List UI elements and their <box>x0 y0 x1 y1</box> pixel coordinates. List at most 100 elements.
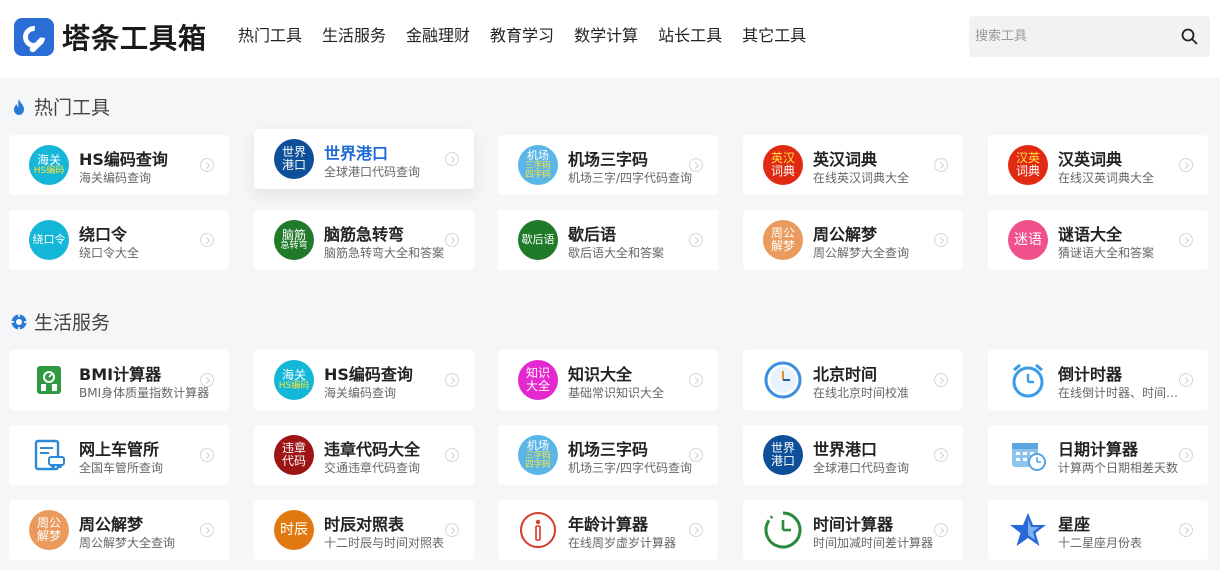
tool-card[interactable]: 英汉 词典 英汉词典 在线英汉词典大全 <box>743 135 963 195</box>
tool-card-subtitle: 十二星座月份表 <box>1058 536 1143 550</box>
top-header: 塔条工具箱 热门工具 生活服务 金融理财 教育学习 数学计算 站长工具 其它工具 <box>0 0 1220 78</box>
tool-card-title: BMI计算器 <box>79 365 162 384</box>
tool-card-title: 北京时间 <box>813 365 878 384</box>
tool-card-title: 知识大全 <box>568 365 633 384</box>
tool-card[interactable]: 世界 港口 世界港口 全球港口代码查询 <box>743 425 963 485</box>
nav-item-life[interactable]: 生活服务 <box>322 25 386 47</box>
scale-icon <box>29 360 69 400</box>
tool-card-subtitle: BMI身体质量指数计算器 <box>79 386 210 400</box>
chevron-right-circle-icon[interactable] <box>200 523 214 537</box>
text-badge-icon: 脑筋 急转弯 <box>274 220 314 260</box>
chevron-right-circle-icon[interactable] <box>689 523 703 537</box>
tool-card-subtitle: 全球港口代码查询 <box>813 461 910 475</box>
chevron-right-circle-icon[interactable] <box>445 373 459 387</box>
logo-text: 塔条工具箱 <box>62 22 208 55</box>
tool-card-title: 绕口令 <box>79 225 128 244</box>
tool-card[interactable]: 脑筋 急转弯 脑筋急转弯 脑筋急转弯大全和答案 <box>254 210 474 270</box>
site-logo[interactable]: 塔条工具箱 <box>14 17 207 57</box>
tool-card[interactable]: 年龄计算器在线周岁虚岁计算器 <box>498 500 718 560</box>
chevron-right-circle-icon[interactable] <box>934 448 948 462</box>
chevron-right-circle-icon[interactable] <box>200 373 214 387</box>
search-icon[interactable] <box>1181 28 1198 45</box>
chevron-right-circle-icon[interactable] <box>689 373 703 387</box>
chevron-right-circle-icon[interactable] <box>445 448 459 462</box>
tool-card[interactable]: 机场 三字码 四字码 机场三字码 机场三字/四字代码查询 <box>498 135 718 195</box>
section-title-hot: 热门工具 <box>10 93 110 120</box>
age-icon <box>518 510 558 550</box>
nav-item-education[interactable]: 教育学习 <box>490 25 554 47</box>
chevron-right-circle-icon[interactable] <box>445 523 459 537</box>
tool-card-title: 机场三字码 <box>568 150 649 169</box>
tool-card-subtitle: 在线汉英词典大全 <box>1058 171 1155 185</box>
tool-card-subtitle: 在线周岁虚岁计算器 <box>568 536 677 550</box>
tool-card[interactable]: 星座 十二星座月份表 <box>988 500 1208 560</box>
tool-card[interactable]: 日期计算器 计算两个日期相差天数 <box>988 425 1208 485</box>
chevron-right-circle-icon[interactable] <box>934 523 948 537</box>
tool-card[interactable]: 海关 HS编码 HS编码查询 海关编码查询 <box>9 135 229 195</box>
tool-card[interactable]: 迷语 谜语大全 猜谜语大全和答案 <box>988 210 1208 270</box>
tool-card-subtitle: 歇后语大全和答案 <box>568 246 665 260</box>
tool-card[interactable]: 倒计时器 在线倒计时器、时间倒计时 <box>988 350 1208 410</box>
text-badge-icon: 机场 三字码 四字码 <box>518 435 558 475</box>
chevron-right-circle-icon[interactable] <box>1179 158 1193 172</box>
tool-card-subtitle: 海关编码查询 <box>79 171 152 185</box>
tool-card[interactable]: 汉英 词典 汉英词典 在线汉英词典大全 <box>988 135 1208 195</box>
tool-card[interactable]: 知识 大全 知识大全 基础常识知识大全 <box>498 350 718 410</box>
tool-card-subtitle: 基础常识知识大全 <box>568 386 665 400</box>
chevron-right-circle-icon[interactable] <box>200 158 214 172</box>
tool-card[interactable]: 网上车管所 全国车管所查询 <box>9 425 229 485</box>
nav-item-math[interactable]: 数学计算 <box>574 25 638 47</box>
chevron-right-circle-icon[interactable] <box>1179 448 1193 462</box>
chevron-right-circle-icon[interactable] <box>934 158 948 172</box>
tool-card[interactable]: 绕口令 绕口令 绕口令大全 <box>9 210 229 270</box>
tool-card-title: 机场三字码 <box>568 440 649 459</box>
calendar-icon <box>1008 435 1048 475</box>
tool-card[interactable]: 北京时间 在线北京时间校准 <box>743 350 963 410</box>
text-badge-icon: 机场 三字码 四字码 <box>518 145 558 185</box>
tool-card-title: 歇后语 <box>568 225 617 244</box>
text-badge-icon: 时辰 <box>274 510 314 550</box>
tool-card-title: 谜语大全 <box>1058 225 1123 244</box>
tool-card[interactable]: 周公 解梦 周公解梦 周公解梦大全查询 <box>9 500 229 560</box>
text-badge-icon: 汉英 词典 <box>1008 145 1048 185</box>
chevron-right-circle-icon[interactable] <box>1179 373 1193 387</box>
chevron-right-circle-icon[interactable] <box>934 233 948 247</box>
tool-card[interactable]: 歇后语 歇后语 歇后语大全和答案 <box>498 210 718 270</box>
tool-card-title: 世界港口 <box>813 440 878 459</box>
tool-card[interactable]: 机场 三字码 四字码 机场三字码 机场三字/四字代码查询 <box>498 425 718 485</box>
tool-card[interactable]: 世界 港口 世界港口 全球港口代码查询 <box>254 129 474 189</box>
nav-item-hot[interactable]: 热门工具 <box>238 25 302 47</box>
chevron-right-circle-icon[interactable] <box>1179 523 1193 537</box>
search-input[interactable] <box>969 16 1169 57</box>
tool-card[interactable]: 违章 代码 违章代码大全 交通违章代码查询 <box>254 425 474 485</box>
text-badge-icon: 迷语 <box>1008 220 1048 260</box>
chevron-right-circle-icon[interactable] <box>689 158 703 172</box>
nav-item-finance[interactable]: 金融理财 <box>406 25 470 47</box>
chevron-right-circle-icon[interactable] <box>1179 233 1193 247</box>
chevron-right-circle-icon[interactable] <box>445 233 459 247</box>
text-badge-icon: 歇后语 <box>518 220 558 260</box>
tool-card[interactable]: 周公 解梦 周公解梦 周公解梦大全查询 <box>743 210 963 270</box>
tool-card[interactable]: 时辰 时辰对照表 十二时辰与时间对照表 <box>254 500 474 560</box>
nav-item-other[interactable]: 其它工具 <box>742 25 806 47</box>
tool-card-title: 周公解梦 <box>79 515 144 534</box>
tool-card-title: 脑筋急转弯 <box>324 225 405 244</box>
chevron-right-circle-icon[interactable] <box>200 233 214 247</box>
tool-card-title: 年龄计算器 <box>568 515 649 534</box>
tool-card-title: 日期计算器 <box>1058 440 1139 459</box>
chevron-right-circle-icon[interactable] <box>445 152 459 166</box>
main-nav: 热门工具 生活服务 金融理财 教育学习 数学计算 站长工具 其它工具 <box>238 25 826 47</box>
chevron-right-circle-icon[interactable] <box>689 448 703 462</box>
chevron-right-circle-icon[interactable] <box>934 373 948 387</box>
section-title-label: 热门工具 <box>34 97 111 119</box>
tool-card[interactable]: BMI计算器 BMI身体质量指数计算器 <box>9 350 229 410</box>
text-badge-icon: 海关 HS编码 <box>29 145 69 185</box>
tool-card[interactable]: 时间计算器 时间加减时间差计算器 <box>743 500 963 560</box>
text-badge-icon: 英汉 词典 <box>763 145 803 185</box>
chevron-right-circle-icon[interactable] <box>689 233 703 247</box>
tool-card-title: 英汉词典 <box>813 150 878 169</box>
nav-item-webmaster[interactable]: 站长工具 <box>658 25 722 47</box>
tool-card-subtitle: 全国车管所查询 <box>79 461 164 475</box>
chevron-right-circle-icon[interactable] <box>200 448 214 462</box>
tool-card[interactable]: 海关 HS编码 HS编码查询 海关编码查询 <box>254 350 474 410</box>
